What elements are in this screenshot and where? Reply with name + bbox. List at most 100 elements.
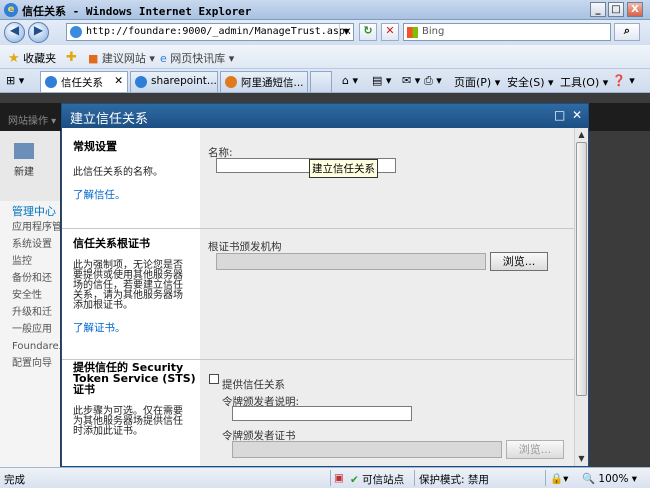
suggested-sites-link[interactable]: ■ 建议网站 ▾: [88, 50, 155, 66]
quick-tabs-icon[interactable]: ⊞ ▾: [6, 74, 24, 87]
stop-button[interactable]: ✕: [381, 23, 399, 41]
status-divider: [330, 470, 331, 486]
left-nav-item[interactable]: 系统设置: [0, 235, 60, 252]
search-input[interactable]: Bing: [403, 23, 611, 41]
dialog-maximize-icon[interactable]: □: [554, 108, 565, 122]
security-icon[interactable]: 🔒▾: [550, 472, 568, 485]
search-go-button[interactable]: ⌕: [614, 23, 640, 41]
page-right-overlay: [590, 131, 650, 467]
new-tab-button[interactable]: [310, 71, 332, 92]
left-nav-item[interactable]: Foundare工: [0, 337, 60, 354]
ribbon-new-label[interactable]: 新建: [14, 163, 34, 178]
print-button[interactable]: ⎙ ▾: [424, 74, 442, 88]
tab-page-icon: [135, 76, 147, 88]
web-slice-gallery-label: 网页快讯库 ▾: [170, 52, 235, 65]
forward-button[interactable]: ▶: [28, 22, 49, 43]
scroll-down-icon[interactable]: ▼: [577, 454, 586, 463]
left-nav-item[interactable]: 升级和迁: [0, 303, 60, 320]
left-nav-item[interactable]: 应用程序管: [0, 218, 60, 235]
web-slice-gallery-link[interactable]: e 网页快讯库 ▾: [160, 50, 234, 66]
left-nav-item[interactable]: 一般应用: [0, 320, 60, 337]
sts-certificate-section: 提供信任的 Security Token Service (STS) 证书 此步…: [62, 360, 574, 466]
tab-page-icon: [225, 76, 237, 88]
status-divider: [414, 470, 415, 486]
issuer-certificate-input[interactable]: [232, 441, 502, 458]
section-right: 根证书颁发机构 浏览...: [200, 229, 574, 359]
back-button[interactable]: ◀: [4, 22, 25, 43]
site-actions-menu[interactable]: 网站操作 ▾: [8, 112, 56, 127]
root-certificate-input[interactable]: [216, 253, 486, 270]
favorites-star-icon: ★: [8, 51, 20, 66]
favorites-label: 收藏夹: [23, 52, 57, 65]
section-left: 常规设置 此信任关系的名称。 了解信任。: [62, 128, 200, 228]
tooltip: 建立信任关系: [309, 159, 378, 178]
browse-root-cert-button[interactable]: 浏览...: [490, 252, 548, 271]
issuer-description-input[interactable]: [232, 406, 412, 421]
section-right: 名称:: [200, 128, 574, 228]
add-favorite-icon[interactable]: ✚: [66, 50, 77, 65]
window-title: 信任关系 - Windows Internet Explorer: [22, 5, 252, 18]
learn-certificate-link[interactable]: 了解证书。: [73, 320, 126, 335]
tab-trust-label: 信任关系: [61, 77, 103, 89]
minimize-button[interactable]: _: [590, 2, 606, 17]
sharepoint-left-nav: 管理中心 应用程序管 系统设置 监控 备份和还 安全性 升级和迁 一般应用 Fo…: [0, 201, 60, 467]
scroll-up-icon[interactable]: ▲: [577, 130, 586, 139]
left-nav-item[interactable]: 备份和还: [0, 269, 60, 286]
section-left: 提供信任的 Security Token Service (STS) 证书 此步…: [62, 360, 200, 466]
check-icon: ✔: [350, 474, 359, 486]
section-title: 信任关系根证书: [73, 237, 150, 250]
status-bar: 完成 ▣ ✔ 可信站点 保护模式: 禁用 🔒▾ 🔍 100% ▾: [0, 467, 650, 488]
dialog-title: 建立信任关系: [70, 112, 149, 127]
sharepoint-ribbon: 新建: [0, 131, 60, 201]
dialog-close-icon[interactable]: ✕: [572, 108, 582, 122]
feeds-button[interactable]: ▤ ▾: [372, 74, 391, 87]
help-menu[interactable]: ❓ ▾: [612, 74, 635, 87]
zoom-control[interactable]: 🔍 100% ▾: [582, 472, 637, 485]
address-url: http://foundare:9000/_admin/ManageTrust.…: [86, 26, 351, 37]
provide-trust-label: 提供信任关系: [222, 379, 285, 391]
dialog-header: 建立信任关系 □ ✕: [62, 104, 588, 128]
provide-trust-checkbox[interactable]: [209, 374, 219, 384]
address-dropdown[interactable]: ▼: [339, 24, 353, 40]
section-description: 此信任关系的名称。: [73, 167, 163, 178]
home-button[interactable]: ⌂ ▾: [342, 74, 358, 87]
tools-menu[interactable]: 工具(O) ▾: [560, 74, 608, 90]
new-icon: [14, 143, 34, 159]
search-placeholder: Bing: [422, 26, 445, 37]
left-nav-item[interactable]: 配置向导: [0, 354, 60, 371]
tab-sms[interactable]: 阿里通短信...: [220, 71, 308, 92]
dialog-body: 常规设置 此信任关系的名称。 了解信任。 名称: 建立信任关系 信任关系根证书 …: [62, 128, 588, 466]
refresh-button[interactable]: ↻: [359, 23, 377, 41]
address-input[interactable]: http://foundare:9000/_admin/ManageTrust.…: [66, 23, 354, 41]
left-nav-item[interactable]: 监控: [0, 252, 60, 269]
zoom-icon: 🔍: [582, 473, 596, 485]
window-titlebar: e 信任关系 - Windows Internet Explorer _ □ X: [0, 0, 650, 20]
left-nav-item[interactable]: 管理中心: [0, 201, 60, 218]
page-icon: [70, 26, 82, 38]
favorites-bar: ★ 收藏夹 ✚ ■ 建议网站 ▾ e 网页快讯库 ▾: [0, 45, 650, 69]
scroll-thumb[interactable]: [576, 142, 587, 396]
protected-mode: 保护模式: 禁用: [419, 474, 489, 486]
tab-sharepoint-label: sharepoint...: [151, 75, 217, 87]
page-menu[interactable]: 页面(P) ▾: [454, 74, 500, 90]
favorites-button[interactable]: ★ 收藏夹: [8, 50, 56, 66]
zoom-level: 100%: [598, 473, 629, 485]
tab-trust[interactable]: 信任关系 ✕: [40, 71, 128, 92]
left-nav-item[interactable]: 安全性: [0, 286, 60, 303]
safety-menu[interactable]: 安全(S) ▾: [507, 74, 554, 90]
general-settings-section: 常规设置 此信任关系的名称。 了解信任。 名称: 建立信任关系: [62, 128, 574, 228]
ie-logo-icon: e: [4, 3, 18, 17]
tab-sharepoint[interactable]: sharepoint...: [130, 71, 218, 92]
browse-issuer-cert-button[interactable]: 浏览...: [506, 440, 564, 459]
mail-button[interactable]: ✉ ▾: [402, 74, 420, 87]
section-title: 提供信任的 Security Token Service (STS) 证书: [73, 361, 196, 396]
section-description: 此为强制项，无论您是否要提供或使用其他服务器场的信任，若要建立信任关系，请为其他…: [73, 260, 183, 311]
restore-button[interactable]: □: [608, 2, 624, 17]
tab-page-icon: [45, 76, 57, 88]
close-window-button[interactable]: X: [627, 2, 643, 17]
trusted-zone[interactable]: ✔ 可信站点: [350, 472, 404, 487]
tab-close-icon[interactable]: ✕: [114, 75, 123, 87]
section-description: 此步骤为可选。仅在需要为其他服务器场提供信任时添加此证书。: [73, 406, 183, 437]
dialog-scrollbar[interactable]: ▲ ▼: [574, 128, 588, 466]
learn-trust-link[interactable]: 了解信任。: [73, 187, 126, 202]
